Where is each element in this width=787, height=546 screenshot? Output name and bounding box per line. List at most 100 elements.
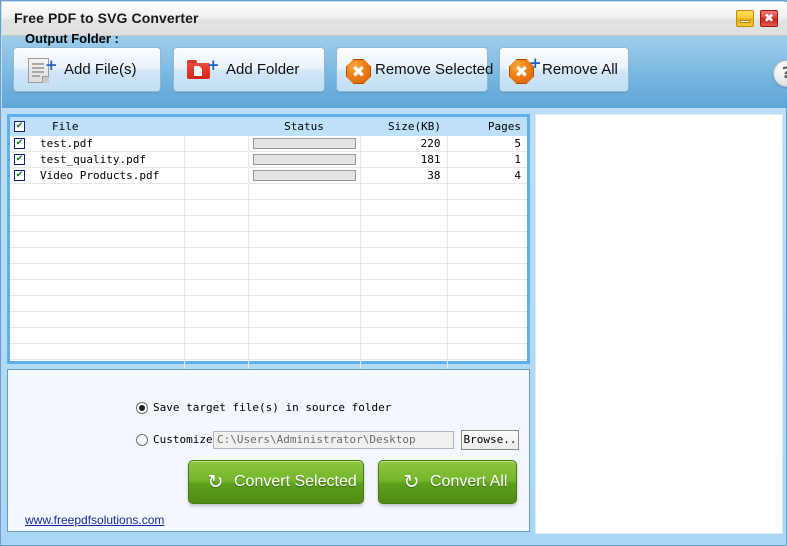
cell-empty: [184, 199, 249, 216]
cell-empty: [360, 247, 448, 264]
table-row-empty[interactable]: [10, 295, 527, 312]
cell-empty: [360, 183, 448, 200]
cell-blank: [184, 136, 249, 152]
cell-empty: [184, 231, 249, 248]
table-row-empty[interactable]: [10, 199, 527, 216]
add-files-button[interactable]: + Add File(s): [13, 47, 161, 92]
table-row-empty[interactable]: [10, 247, 527, 264]
close-icon: ✖: [763, 11, 775, 25]
row-checkbox[interactable]: [14, 170, 25, 181]
cell-empty: [38, 295, 185, 312]
cell-empty: [447, 327, 527, 344]
radio-save-in-source[interactable]: [136, 402, 148, 414]
cell-empty: [184, 311, 249, 328]
cell-empty: [360, 295, 448, 312]
website-link[interactable]: www.freepdfsolutions.com: [25, 513, 164, 527]
cell-empty: [447, 231, 527, 248]
cell-empty: [360, 231, 448, 248]
cell-empty: [360, 311, 448, 328]
table-row-empty[interactable]: [10, 279, 527, 296]
cell-blank: [184, 167, 249, 184]
table-row[interactable]: test_quality.pdf 1811: [10, 151, 527, 168]
row-checkbox[interactable]: [14, 154, 25, 165]
add-file-icon: +: [26, 57, 58, 83]
cell-file-name: test.pdf: [38, 136, 185, 152]
help-icon: ?: [773, 60, 787, 87]
cell-empty: [184, 215, 249, 232]
cell-pages: 4: [447, 167, 527, 184]
table-row-empty[interactable]: [10, 231, 527, 248]
column-header-file[interactable]: File: [38, 117, 184, 136]
minimize-button[interactable]: [736, 10, 754, 27]
file-table-body: test.pdf2205test_quality.pdf1811Video Pr…: [10, 136, 527, 376]
table-row-empty[interactable]: [10, 343, 527, 360]
table-row-empty[interactable]: [10, 311, 527, 328]
cell-empty: [248, 343, 361, 360]
cell-status: [248, 136, 361, 152]
cell-empty: [38, 311, 185, 328]
refresh-icon: ↻: [403, 471, 420, 493]
cell-empty: [447, 311, 527, 328]
remove-selected-icon: ✖: [345, 57, 371, 84]
cell-empty: [184, 247, 249, 264]
progress-bar: [252, 170, 356, 181]
row-checkbox[interactable]: [14, 138, 25, 149]
progress-bar: [252, 138, 356, 149]
file-table: File Status Size(KB) Pages test.pdf2205t…: [10, 117, 527, 376]
cell-empty: [38, 199, 185, 216]
select-all-header[interactable]: [10, 117, 38, 136]
cell-empty: [248, 327, 361, 344]
cell-empty: [184, 183, 249, 200]
plus-badge-icon: +: [207, 56, 220, 74]
cell-empty: [38, 327, 185, 344]
convert-all-button[interactable]: ↻ Convert All: [378, 460, 517, 504]
cell-empty: [447, 295, 527, 312]
cell-empty: [447, 343, 527, 360]
row-checkbox-cell[interactable]: [10, 136, 38, 152]
plus-badge-icon: +: [529, 54, 542, 72]
table-header-row: File Status Size(KB) Pages: [10, 117, 527, 136]
cell-empty: [360, 263, 448, 280]
cell-empty: [38, 263, 185, 280]
minimize-icon: [740, 20, 750, 23]
cell-empty: [447, 247, 527, 264]
browse-button[interactable]: Browse..: [461, 430, 519, 450]
radio-customize[interactable]: [136, 434, 148, 446]
column-header-size[interactable]: Size(KB): [360, 117, 447, 136]
remove-selected-button[interactable]: ✖ Remove Selected: [336, 47, 493, 92]
cell-empty: [360, 215, 448, 232]
cell-size: 38: [360, 167, 448, 184]
file-list-panel[interactable]: File Status Size(KB) Pages test.pdf2205t…: [7, 114, 530, 376]
row-checkbox-cell[interactable]: [10, 167, 38, 184]
output-path-input[interactable]: C:\Users\Administrator\Desktop: [213, 431, 454, 449]
column-header-pages[interactable]: Pages: [447, 117, 527, 136]
cell-empty: [184, 327, 249, 344]
toolbar: + Add File(s) + Add Folder ✖ Remove Sele…: [2, 36, 787, 108]
add-folder-button[interactable]: + Add Folder: [173, 47, 325, 92]
cell-empty: [184, 263, 249, 280]
table-row[interactable]: Video Products.pdf 384: [10, 167, 527, 184]
convert-selected-button[interactable]: ↻ Convert Selected: [188, 460, 364, 504]
table-row-empty[interactable]: [10, 327, 527, 344]
remove-all-button[interactable]: ✖ + Remove All: [499, 47, 629, 92]
table-row-empty[interactable]: [10, 215, 527, 232]
table-row-empty[interactable]: [10, 263, 527, 280]
row-checkbox-cell[interactable]: [10, 151, 38, 168]
table-row[interactable]: test.pdf 2205: [10, 136, 527, 152]
cell-empty: [38, 247, 185, 264]
table-row-empty[interactable]: [10, 183, 527, 200]
cell-empty: [38, 215, 185, 232]
close-button[interactable]: ✖: [760, 10, 778, 27]
add-folder-icon: +: [186, 57, 220, 83]
cell-empty: [38, 279, 185, 296]
progress-bar: [252, 154, 356, 165]
cell-empty: [38, 231, 185, 248]
column-header-status[interactable]: Status: [248, 117, 360, 136]
add-folder-label: Add Folder: [226, 61, 300, 78]
output-folder-label: Output Folder :: [25, 31, 119, 46]
cell-empty: [447, 199, 527, 216]
convert-all-label: Convert All: [430, 473, 508, 490]
select-all-checkbox[interactable]: [14, 121, 25, 132]
cell-empty: [360, 343, 448, 360]
cell-empty: [360, 327, 448, 344]
